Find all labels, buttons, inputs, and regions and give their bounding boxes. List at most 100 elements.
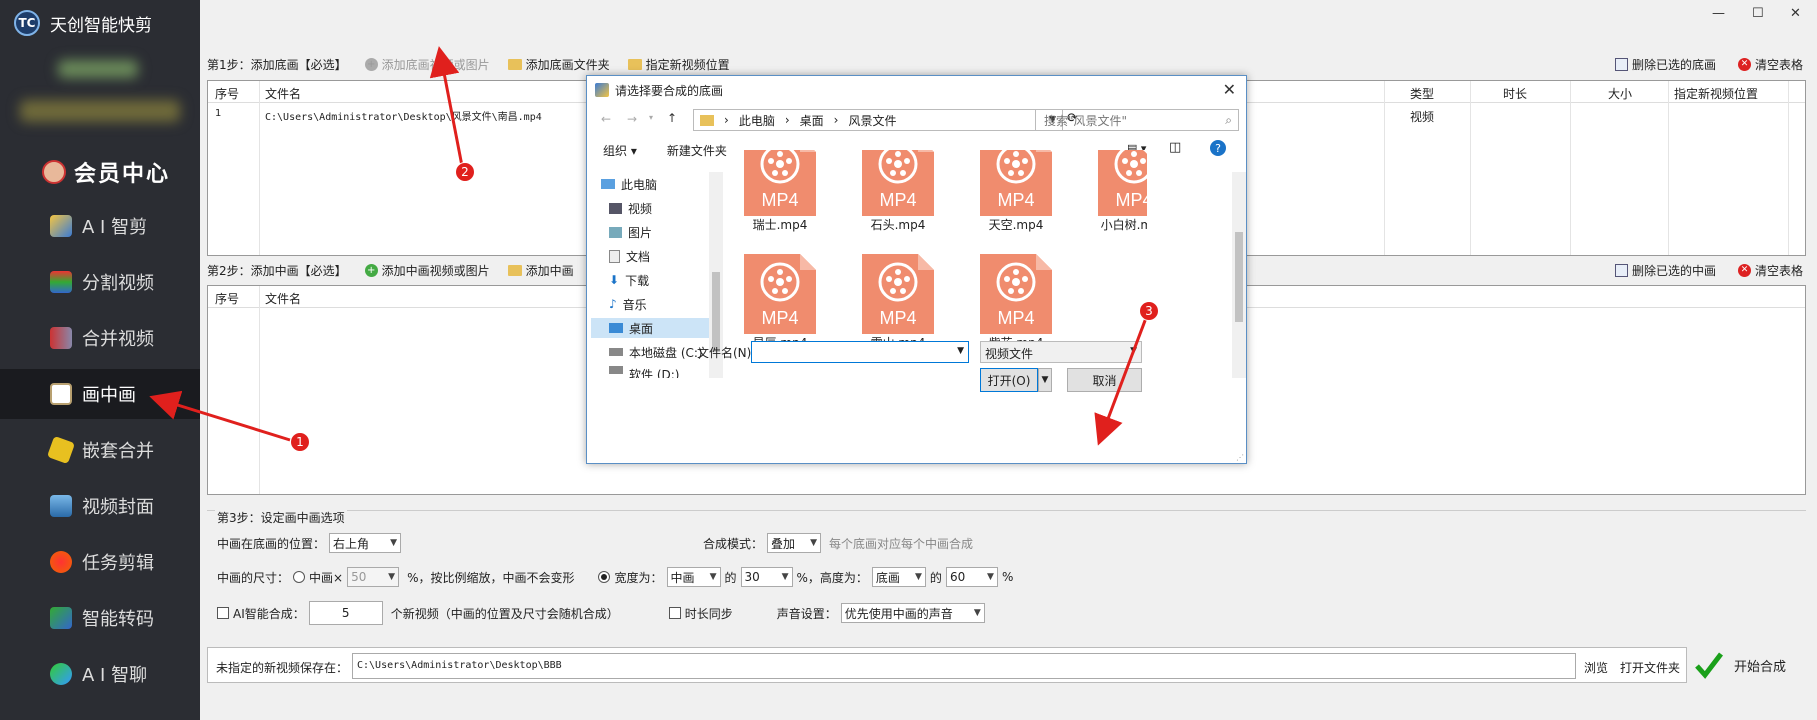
nav-this-pc[interactable]: 此电脑 [601, 174, 657, 194]
add-base-folder-button[interactable]: 添加底画文件夹 [507, 56, 610, 73]
height-value-select[interactable]: 60 ▼ [945, 567, 998, 587]
ai-count-spinner[interactable]: 5 [308, 601, 383, 625]
audio-select[interactable]: 优先使用中画的声音 ▼ [840, 603, 985, 623]
preview-pane-button[interactable]: ◫ [1169, 140, 1181, 155]
file-item[interactable]: MP4 石头.mp4 [853, 150, 943, 233]
sidebar-item-split-video[interactable]: 分割视频 [0, 257, 200, 307]
scale-select[interactable]: 50 ▼ [347, 567, 400, 587]
file-scroll-thumb[interactable] [1235, 232, 1243, 322]
width-ref-select[interactable]: 中画 ▼ [666, 567, 721, 587]
breadcrumb-item[interactable]: 此电脑 [739, 112, 775, 129]
address-bar[interactable]: › 此电脑 › 桌面 › 风景文件 ▼ [693, 109, 1063, 131]
add-overlay-media-button[interactable]: + 添加中画视频或图片 [364, 262, 490, 279]
search-box[interactable]: 搜索"风景文件" ⌕ [1035, 109, 1239, 131]
start-compose-button[interactable]: 开始合成 [1688, 647, 1806, 683]
sidebar-item-ai-chat[interactable]: A I 智聊 [0, 649, 200, 699]
close-window-button[interactable]: ✕ [1790, 6, 1801, 21]
folder-icon [700, 114, 714, 126]
open-button[interactable]: 打开(O) [980, 368, 1038, 392]
file-item[interactable]: MP4 小白树.mp4 [1089, 150, 1147, 233]
add-base-media-button[interactable]: + 添加底画视频或图片 [364, 56, 490, 73]
nav-software-d[interactable]: 软件 (D:) [609, 366, 679, 378]
cancel-button[interactable]: 取消 [1067, 368, 1142, 392]
filename-input[interactable]: ▼ [751, 341, 969, 363]
ai-checkbox[interactable] [217, 607, 229, 619]
dialog-titlebar: 请选择要合成的底画 [587, 76, 1246, 104]
nav-music[interactable]: ♪ 音乐 [609, 294, 647, 314]
nav-documents[interactable]: 文档 [609, 246, 650, 266]
file-item[interactable]: MP4星辰.mp4 [735, 254, 825, 351]
organize-button[interactable]: 组织 ▾ [603, 142, 637, 159]
file-item[interactable]: MP4 瑞士.mp4 [735, 150, 825, 233]
delete-selected-base-button[interactable]: 删除已选的底画 [1614, 56, 1716, 73]
width-height-radio[interactable] [598, 571, 611, 583]
size-label: 中画的尺寸： [217, 570, 290, 585]
sidebar-item-label: A I 智聊 [82, 665, 148, 686]
clear-table-1-button[interactable]: ✕ 清空表格 [1737, 56, 1803, 73]
clear-table-2-button[interactable]: ✕ 清空表格 [1737, 262, 1803, 279]
nav-local-disk-c[interactable]: 本地磁盘 (C:) [609, 342, 703, 362]
sidebar-item-nested-merge[interactable]: 嵌套合并 [0, 425, 200, 475]
step1-toolbar: 第1步：添加底画【必选】 + 添加底画视频或图片 添加底画文件夹 指定新视频位置 [207, 52, 748, 76]
minimize-button[interactable]: — [1712, 6, 1725, 21]
sidebar-item-task-edit[interactable]: 任务剪辑 [0, 537, 200, 587]
chevron-down-icon: ▼ [1130, 346, 1137, 356]
col-header-type: 类型 [1410, 87, 1435, 101]
up-button[interactable]: ↑ [667, 111, 677, 125]
app-title: TC 天创智能快剪 [14, 10, 152, 36]
mode-select[interactable]: 叠加 ▼ [767, 533, 822, 553]
nav-desktop[interactable]: 桌面 [591, 318, 709, 338]
sync-duration-checkbox[interactable] [668, 607, 681, 619]
open-options-dropdown[interactable]: ▼ [1038, 368, 1052, 392]
forward-button[interactable]: → [627, 112, 637, 126]
sidebar-item-picture-in-picture[interactable]: 画中画 [0, 369, 200, 419]
sidebar-item-video-cover[interactable]: 视频封面 [0, 481, 200, 531]
sidebar-item-ai-cut[interactable]: A I 智剪 [0, 201, 200, 251]
delete-selected-overlay-button[interactable]: 删除已选的中画 [1614, 262, 1716, 279]
sidebar-item-transcode[interactable]: 智能转码 [0, 593, 200, 643]
save-path-input[interactable]: C:\Users\Administrator\Desktop\BBB [352, 653, 1576, 679]
video-cover-icon [50, 495, 72, 517]
nav-scroll-thumb[interactable] [712, 272, 720, 352]
member-center-label: 会员中心 [74, 161, 171, 187]
add-overlay-folder-button[interactable]: 添加中画 [507, 262, 574, 279]
breadcrumb-item[interactable]: 风景文件 [848, 112, 896, 129]
filetype-select[interactable]: 视频文件 ▼ [980, 341, 1142, 363]
col-header-filename: 文件名 [265, 292, 302, 306]
annotation-marker-1: 1 [290, 432, 310, 452]
back-button[interactable]: ← [601, 112, 611, 126]
app-logo-icon: TC [14, 10, 40, 36]
chevron-down-icon: ▼ [973, 608, 981, 618]
open-folder-button[interactable]: 打开文件夹 [1620, 659, 1680, 676]
mp4-badge: MP4 [1115, 190, 1147, 210]
maximize-button[interactable]: ☐ [1752, 6, 1764, 21]
help-icon[interactable]: ? [1210, 140, 1226, 156]
chevron-down-icon: ▼ [709, 572, 717, 582]
picture-folder-icon [609, 226, 622, 238]
browse-button[interactable]: 浏览 [1584, 659, 1608, 676]
file-item[interactable]: MP4 天空.mp4 [971, 150, 1061, 233]
nav-downloads[interactable]: ⬇ 下载 [609, 270, 649, 290]
nav-videos[interactable]: 视频 [609, 198, 652, 218]
mp4-badge: MP4 [997, 308, 1034, 328]
new-folder-button[interactable]: 新建文件夹 [667, 142, 727, 159]
resize-grip-icon[interactable]: ⋰ [1236, 453, 1244, 462]
sidebar-item-label: 合并视频 [82, 329, 154, 350]
set-output-location-button[interactable]: 指定新视频位置 [627, 56, 730, 73]
file-item[interactable]: MP4雪山.mp4 [853, 254, 943, 351]
scale-radio[interactable] [293, 571, 306, 583]
step2-right-toolbar: 删除已选的中画 ✕ 清空表格 [1614, 258, 1803, 282]
sidebar-item-merge-video[interactable]: 合并视频 [0, 313, 200, 363]
position-select[interactable]: 右上角 ▼ [329, 533, 402, 553]
width-value-select[interactable]: 30 ▼ [740, 567, 793, 587]
folder-icon [507, 58, 522, 70]
member-center-button[interactable]: 会员中心 [42, 156, 170, 188]
height-ref-select[interactable]: 底画 ▼ [871, 567, 926, 587]
file-scrollbar[interactable] [1232, 172, 1246, 378]
file-item[interactable]: MP4紫花.mp4 [971, 254, 1061, 351]
search-icon: ⌕ [1225, 112, 1232, 127]
breadcrumb-item[interactable]: 桌面 [800, 112, 824, 129]
recent-dropdown-button[interactable]: ▾ [649, 113, 653, 122]
dialog-close-button[interactable]: ✕ [1223, 80, 1236, 99]
nav-pictures[interactable]: 图片 [609, 222, 652, 242]
